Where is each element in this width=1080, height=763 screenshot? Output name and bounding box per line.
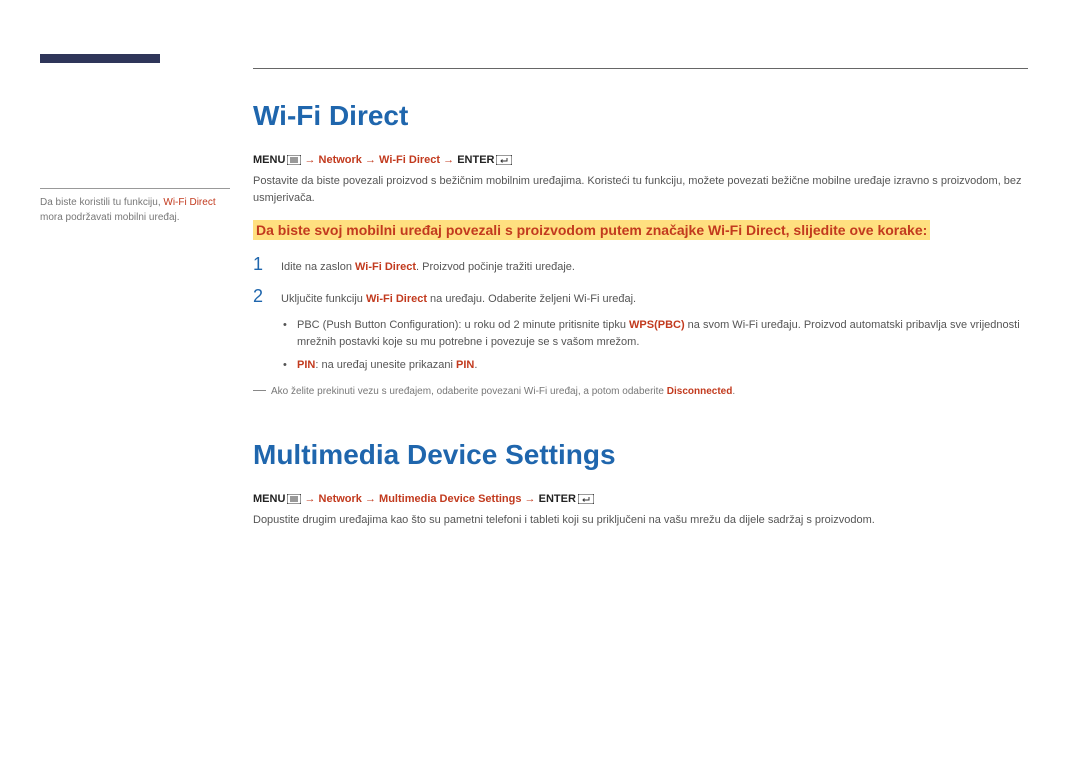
multimedia-intro: Dopustite drugim uređajima kao što su pa… xyxy=(253,512,1033,529)
multimedia-breadcrumb: MENU → Network → Multimedia Device Setti… xyxy=(253,493,1033,505)
nav-arrow: → xyxy=(301,154,318,166)
wifi-direct-heading: Wi-Fi Direct xyxy=(253,100,1033,132)
step-text: Uključite funkciju Wi-Fi Direct na uređa… xyxy=(281,291,636,308)
bullet-pin: PIN: na uređaj unesite prikazani PIN. xyxy=(283,357,1033,374)
nav-wifi-direct: Wi-Fi Direct xyxy=(379,154,440,166)
multimedia-heading: Multimedia Device Settings xyxy=(253,439,1033,471)
nav-arrow: → xyxy=(362,493,379,505)
nav-menu-label: MENU xyxy=(253,493,285,505)
nav-multimedia: Multimedia Device Settings xyxy=(379,493,521,505)
wifi-direct-breadcrumb: MENU → Network → Wi-Fi Direct → ENTER xyxy=(253,154,1033,166)
nav-network: Network xyxy=(319,154,362,166)
nav-menu-label: MENU xyxy=(253,154,285,166)
step-number: 1 xyxy=(253,254,267,275)
nav-arrow: → xyxy=(521,493,538,505)
enter-icon xyxy=(496,155,512,165)
wifi-direct-steps-heading: Da biste svoj mobilni uređaj povezali s … xyxy=(253,220,930,240)
side-divider xyxy=(40,188,230,189)
nav-arrow: → xyxy=(301,493,318,505)
step-number: 2 xyxy=(253,286,267,307)
wifi-direct-intro: Postavite da biste povezali proizvod s b… xyxy=(253,173,1033,206)
menu-icon xyxy=(287,494,301,504)
menu-icon xyxy=(287,155,301,165)
sidebar-note-pre: Da biste koristili tu funkciju, xyxy=(40,197,163,208)
sidebar-accent-bar xyxy=(40,54,160,63)
disconnect-note: Ako želite prekinuti vezu s uređajem, od… xyxy=(253,384,1033,399)
nav-network: Network xyxy=(319,493,362,505)
steps-list: 1 Idite na zaslon Wi-Fi Direct. Proizvod… xyxy=(253,254,1033,307)
step-2: 2 Uključite funkciju Wi-Fi Direct na ure… xyxy=(253,286,1033,308)
nav-enter-label: ENTER xyxy=(539,493,576,505)
sidebar-note-post: mora podržavati mobilni uređaj. xyxy=(40,212,180,223)
top-divider xyxy=(253,68,1028,69)
nav-enter-label: ENTER xyxy=(457,154,494,166)
enter-icon xyxy=(578,494,594,504)
nav-arrow: → xyxy=(362,154,379,166)
step-1: 1 Idite na zaslon Wi-Fi Direct. Proizvod… xyxy=(253,254,1033,276)
nav-arrow: → xyxy=(440,154,457,166)
step-text: Idite na zaslon Wi-Fi Direct. Proizvod p… xyxy=(281,259,575,276)
sidebar-note-highlight: Wi-Fi Direct xyxy=(163,197,215,208)
sub-bullets: PBC (Push Button Configuration): u roku … xyxy=(253,317,1033,374)
bullet-pbc: PBC (Push Button Configuration): u roku … xyxy=(283,317,1033,351)
sidebar-note: Da biste koristili tu funkciju, Wi-Fi Di… xyxy=(40,196,240,225)
